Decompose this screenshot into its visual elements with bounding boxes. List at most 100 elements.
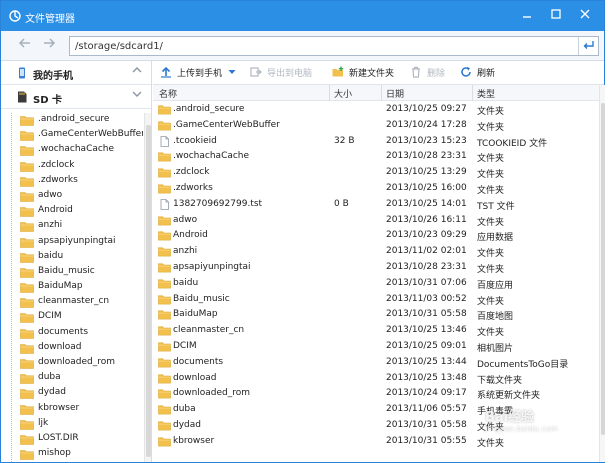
back-button[interactable] (15, 36, 35, 56)
new-folder-button[interactable]: 新建文件夹 (332, 66, 394, 81)
column-divider[interactable] (329, 85, 330, 101)
folder-icon (158, 420, 171, 431)
file-row[interactable]: DCIM 2013/10/25 09:01 相机图片 (153, 339, 599, 355)
sidebar-folder-item[interactable]: kbrowser (12, 402, 143, 417)
sidebar-folder-item[interactable]: ljk (12, 417, 143, 432)
go-button[interactable] (578, 37, 598, 55)
file-list-scroll-thumb[interactable] (601, 103, 605, 435)
close-button[interactable] (571, 1, 599, 31)
sidebar-folder-item[interactable]: Android (12, 204, 143, 219)
minimize-button[interactable] (513, 1, 541, 31)
file-row[interactable]: apsapiyunpingtai 2013/10/28 23:31 文件夹 (153, 260, 599, 276)
sidebar-folder-label: .zdclock (38, 159, 75, 170)
sidebar-folder-label: adwo (38, 189, 63, 200)
file-list-scrollbar[interactable] (599, 85, 605, 462)
file-row[interactable]: Android 2013/10/23 09:29 应用数据 (153, 228, 599, 244)
file-row[interactable]: downloaded_rom 2013/10/24 09:17 系统更新文件夹 (153, 386, 599, 402)
sidebar-folder-label: .wochachaCache (38, 144, 115, 155)
file-date: 2013/10/25 09:01 (386, 340, 467, 351)
sidebar-folder-item[interactable]: Baidu_music (12, 265, 143, 280)
sidebar-folder-item[interactable]: cleanmaster_cn (12, 295, 143, 310)
sidebar-folder-label: DCIM (38, 311, 62, 322)
sidebar-folder-item[interactable]: apsapiyunpingtai (12, 235, 143, 250)
sidebar-folder-item[interactable]: BaiduMap (12, 280, 143, 295)
sidebar-folder-label: baidu (38, 250, 64, 261)
file-date: 2013/10/24 09:17 (386, 388, 467, 399)
sidebar-folder-item[interactable]: mishop (12, 447, 143, 462)
sidebar-scroll-thumb[interactable] (146, 125, 151, 457)
folder-icon (20, 252, 34, 263)
column-divider[interactable] (472, 85, 473, 101)
title-bar[interactable]: 文件管理器 (1, 1, 604, 31)
file-type: 文件夹 (477, 170, 505, 181)
navigation-bar: /storage/sdcard1/ (1, 31, 604, 61)
upload-to-phone-button[interactable]: 上传到手机 (160, 66, 236, 81)
file-row[interactable]: kbrowser 2013/10/31 05:55 文件夹 (153, 434, 599, 450)
sidebar-folder-item[interactable]: .android_secure (12, 113, 143, 128)
sidebar-folder-item[interactable]: anzhi (12, 219, 143, 234)
maximize-button[interactable] (542, 1, 570, 31)
sidebar-scrollbar[interactable] (144, 113, 151, 462)
sidebar-folder-item[interactable]: dydad (12, 386, 143, 401)
sidebar-folder-item[interactable]: baidu (12, 250, 143, 265)
file-type: 文件夹 (477, 328, 505, 339)
file-row[interactable]: .wochachaCache 2013/10/28 23:31 文件夹 (153, 149, 599, 165)
file-row[interactable]: .GameCenterWebBuffer 2013/10/24 17:28 文件夹 (153, 118, 599, 134)
file-type: 文件夹 (477, 296, 505, 307)
enter-icon (583, 41, 594, 49)
delete-button[interactable]: 删除 (410, 66, 445, 81)
sidebar-folder-item[interactable]: .wochachaCache (12, 143, 143, 158)
sidebar-folder-item[interactable]: .GameCenterWebBuffer (12, 128, 143, 143)
file-row[interactable]: .tcookieid 32 B 2013/10/23 15:23 TCOOKIEID … (153, 134, 599, 150)
sidebar-folder-item[interactable]: downloaded_rom (12, 356, 143, 371)
file-row[interactable]: adwo 2013/10/26 16:11 文件夹 (153, 213, 599, 229)
column-header-size[interactable]: 大小 (334, 87, 352, 100)
path-input[interactable]: /storage/sdcard1/ (69, 36, 599, 56)
file-row[interactable]: download 2013/10/25 13:48 下载文件夹 (153, 371, 599, 387)
folder-icon (158, 436, 171, 447)
column-header-date[interactable]: 日期 (386, 87, 404, 100)
sidebar-folder-item[interactable]: DCIM (12, 310, 143, 325)
sidebar-folder-label: mishop (38, 448, 71, 459)
refresh-button[interactable]: 刷新 (460, 66, 495, 81)
sidebar-folder-item[interactable]: download (12, 341, 143, 356)
column-divider[interactable] (381, 85, 382, 101)
file-row[interactable]: cleanmaster_cn 2013/10/25 13:46 文件夹 (153, 323, 599, 339)
file-row[interactable]: Baidu_music 2013/11/03 00:52 文件夹 (153, 292, 599, 308)
minimize-icon (523, 16, 531, 18)
column-header-type[interactable]: 类型 (477, 87, 495, 100)
sidebar: 我的手机 SD 卡 .android_secure .GameCenterWebB… (1, 61, 152, 462)
folder-icon (158, 183, 171, 194)
sd-card-icon (18, 91, 27, 103)
file-type: 下载文件夹 (477, 375, 523, 386)
folder-icon (20, 191, 34, 202)
refresh-icon (461, 66, 471, 77)
export-to-pc-button[interactable]: 导出到电脑 (250, 66, 312, 81)
upload-label: 上传到手机 (177, 69, 223, 79)
sd-card-header[interactable]: SD 卡 (1, 85, 151, 109)
file-row[interactable]: .zdworks 2013/10/25 16:00 文件夹 (153, 181, 599, 197)
my-phone-header[interactable]: 我的手机 (1, 61, 151, 85)
forward-button[interactable] (39, 36, 59, 56)
file-row[interactable]: 1382709692799.tst 0 B 2013/10/25 14:01 TST … (153, 197, 599, 213)
sidebar-folder-item[interactable]: .zdclock (12, 159, 143, 174)
folder-icon (158, 278, 171, 289)
new-folder-icon (332, 66, 344, 77)
file-row[interactable]: .android_secure 2013/10/25 09:27 文件夹 (153, 102, 599, 118)
file-row[interactable]: documents 2013/10/25 13:44 DocumentsToGo目录 (153, 355, 599, 371)
sidebar-folder-item[interactable]: .zdworks (12, 174, 143, 189)
sidebar-folder-label: downloaded_rom (38, 357, 116, 367)
watermark-text: Bai经验 (485, 410, 535, 425)
file-type: 文件夹 (477, 185, 505, 196)
sidebar-folder-item[interactable]: adwo (12, 189, 143, 204)
file-row[interactable]: baidu 2013/10/31 07:06 百度应用 (153, 276, 599, 292)
file-name: downloaded_rom (173, 388, 251, 399)
sidebar-folder-item[interactable]: documents (12, 326, 143, 341)
sidebar-folder-item[interactable]: LOST.DIR (12, 432, 143, 447)
file-name: .tcookieid (173, 135, 217, 146)
file-row[interactable]: .zdclock 2013/10/25 13:29 文件夹 (153, 165, 599, 181)
column-header-name[interactable]: 名称 (159, 87, 177, 100)
file-row[interactable]: anzhi 2013/11/02 02:01 文件夹 (153, 244, 599, 260)
sidebar-folder-item[interactable]: duba (12, 371, 143, 386)
file-row[interactable]: BaiduMap 2013/10/31 05:58 百度地图 (153, 307, 599, 323)
